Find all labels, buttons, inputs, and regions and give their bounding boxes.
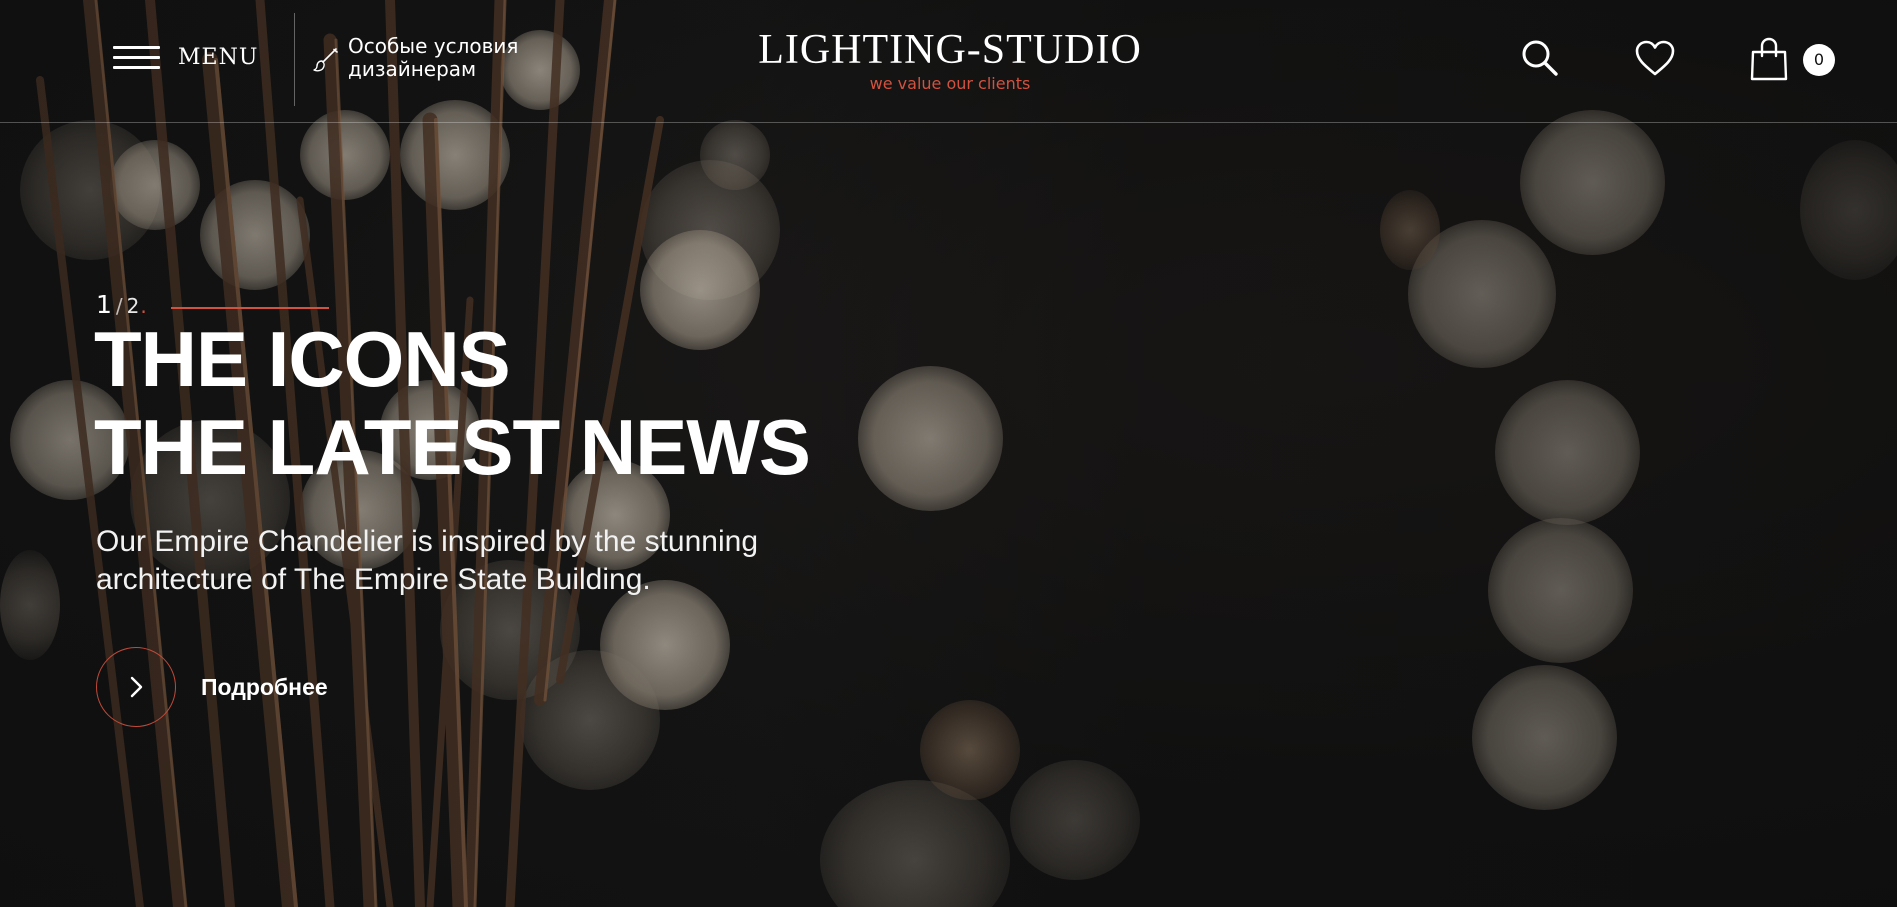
brush-icon bbox=[313, 48, 338, 72]
site-header: MENU Особые условия дизайнерам LIGHTING-… bbox=[0, 0, 1897, 123]
menu-button[interactable]: MENU bbox=[113, 42, 258, 72]
heart-icon bbox=[1635, 40, 1675, 76]
site-logo[interactable]: LIGHTING-STUDIO we value our clients bbox=[740, 28, 1160, 93]
more-label: Подробнее bbox=[201, 673, 328, 700]
cart-count-badge: 0 bbox=[1803, 44, 1835, 76]
designers-link[interactable]: Особые условия дизайнерам bbox=[312, 35, 548, 81]
logo-title: LIGHTING-STUDIO bbox=[758, 27, 1142, 73]
shopping-bag-icon bbox=[1750, 37, 1788, 81]
hero-title: THE ICONS THE LATEST NEWS bbox=[94, 315, 811, 491]
logo-tagline: we value our clients bbox=[869, 74, 1031, 93]
cart-button[interactable] bbox=[1748, 37, 1790, 81]
hero-title-line-1: THE ICONS bbox=[94, 315, 511, 403]
favorites-button[interactable] bbox=[1634, 38, 1676, 78]
hero-title-line-2: THE LATEST NEWS bbox=[94, 403, 811, 491]
more-button[interactable]: Подробнее bbox=[96, 647, 328, 727]
designers-text: Особые условия дизайнерам bbox=[348, 34, 519, 81]
header-divider bbox=[294, 13, 295, 106]
more-circle bbox=[96, 647, 176, 727]
search-icon bbox=[1522, 40, 1558, 76]
hero-description: Our Empire Chandelier is inspired by the… bbox=[96, 525, 759, 596]
search-button[interactable] bbox=[1520, 38, 1560, 78]
chevron-right-icon bbox=[130, 676, 143, 698]
menu-label: MENU bbox=[178, 44, 259, 70]
hamburger-icon bbox=[113, 44, 160, 70]
hero-banner: MENU Особые условия дизайнерам LIGHTING-… bbox=[0, 0, 1897, 907]
slide-progress-line bbox=[171, 307, 329, 309]
